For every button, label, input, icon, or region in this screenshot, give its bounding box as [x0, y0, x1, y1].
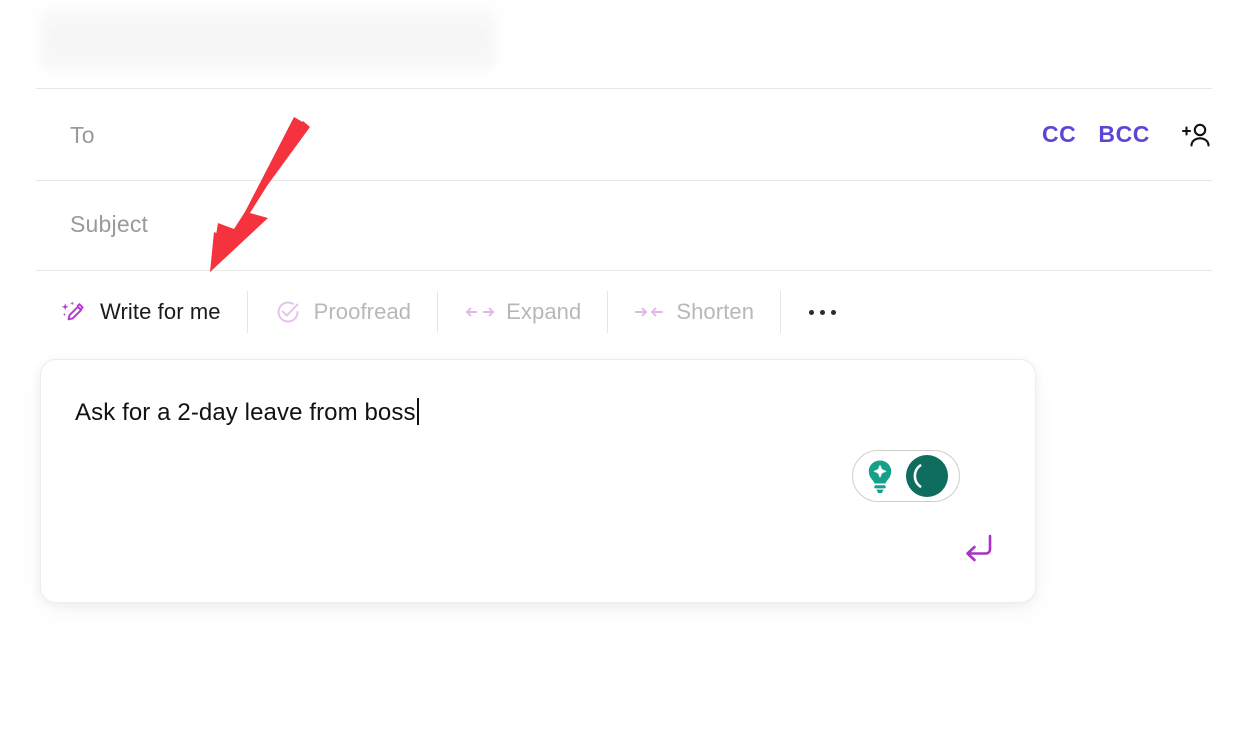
shrink-arrows-icon [635, 307, 664, 317]
crescent-circle-icon [906, 455, 948, 497]
add-person-icon[interactable] [1180, 119, 1212, 151]
tool-label-shorten: Shorten [676, 299, 755, 324]
ai-mode-toggle[interactable] [852, 450, 960, 502]
prompt-value: Ask for a 2-day leave from boss [75, 399, 416, 426]
tool-label-write-for-me: Write for me [100, 299, 221, 324]
more-horizontal-icon [809, 309, 837, 315]
tool-proofread[interactable]: Proofread [248, 281, 438, 343]
tool-shorten[interactable]: Shorten [608, 281, 780, 343]
ai-toolbar: Write for me Proofread Expand Shorten [36, 281, 864, 343]
to-row: To CC BCC [0, 89, 1248, 180]
lightbulb-sparkle-icon [868, 460, 892, 494]
tool-label-expand: Expand [506, 299, 582, 324]
header-placeholder-block [40, 8, 496, 70]
tool-label-proofread: Proofread [313, 299, 412, 324]
cc-button[interactable]: CC [1042, 121, 1076, 148]
submit-enter-button[interactable] [958, 527, 998, 567]
tool-expand[interactable]: Expand [438, 281, 607, 343]
expand-arrows-icon [466, 307, 495, 317]
to-placeholder[interactable]: To [70, 122, 95, 149]
tool-write-for-me[interactable]: Write for me [36, 281, 247, 343]
prompt-input-text[interactable]: Ask for a 2-day leave from boss [75, 398, 419, 427]
divider-subject-toolbar [36, 270, 1212, 271]
subject-row: Subject [0, 181, 1248, 270]
magic-pencil-icon [61, 301, 84, 321]
subject-placeholder[interactable]: Subject [70, 211, 148, 238]
ai-prompt-card[interactable]: Ask for a 2-day leave from boss [40, 359, 1036, 603]
bcc-button[interactable]: BCC [1098, 121, 1150, 148]
cc-bcc-group: CC BCC [1042, 89, 1248, 180]
text-caret [416, 398, 419, 425]
check-circle-icon [277, 301, 299, 323]
more-options-button[interactable] [781, 281, 864, 343]
